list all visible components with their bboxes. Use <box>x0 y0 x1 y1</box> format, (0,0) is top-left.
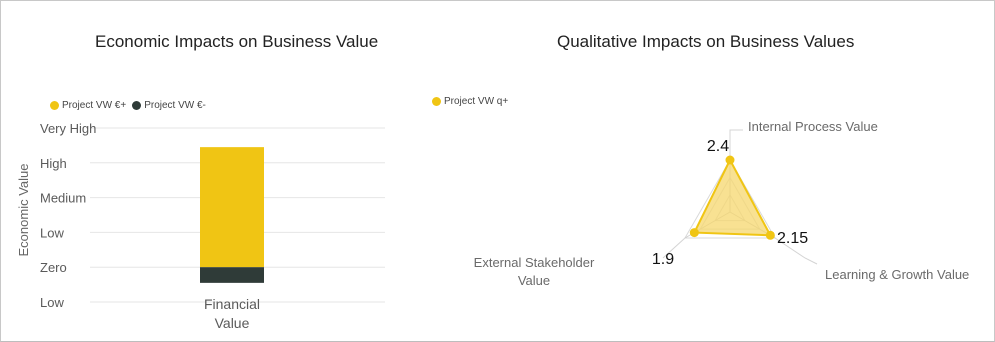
qualitative-impacts-panel: Qualitative Impacts on Business Values P… <box>415 0 995 340</box>
bar-y-tick-label: Medium <box>40 191 86 206</box>
radar-chart-svg: 2.4 2.15 1.9 Internal Process Value Learning… <box>474 119 970 288</box>
bar-chart-y-axis-label: Economic Value <box>16 164 31 257</box>
bar-category-label: Value <box>215 315 250 331</box>
bar-y-tick-label: Very High <box>40 121 96 136</box>
radar-axis-label: External Stakeholder <box>474 255 595 270</box>
radar-axis-label: Learning & Growth Value <box>825 267 969 282</box>
radar-label-leader <box>729 129 743 160</box>
bar-y-tick-label: High <box>40 156 67 171</box>
radar-data-point[interactable] <box>765 230 775 240</box>
radar-data-point[interactable] <box>725 155 735 165</box>
bar-y-tick-label: Low <box>40 295 64 310</box>
radar-axis-label: Value <box>518 273 550 288</box>
radar-value-label: 1.9 <box>652 251 674 268</box>
radar-data-point[interactable] <box>689 228 699 238</box>
radar-value-label: 2.4 <box>707 138 729 155</box>
bar-category-label: Financial <box>204 296 260 312</box>
radar-axis-label: Internal Process Value <box>748 119 878 134</box>
bar-negative[interactable] <box>200 267 264 283</box>
bar-y-tick-label: Zero <box>40 260 67 275</box>
bar-y-tick-label: Low <box>40 225 64 240</box>
radar-value-label: 2.15 <box>777 230 808 247</box>
bar-positive[interactable] <box>200 147 264 268</box>
radar-series-area[interactable] <box>692 157 773 237</box>
